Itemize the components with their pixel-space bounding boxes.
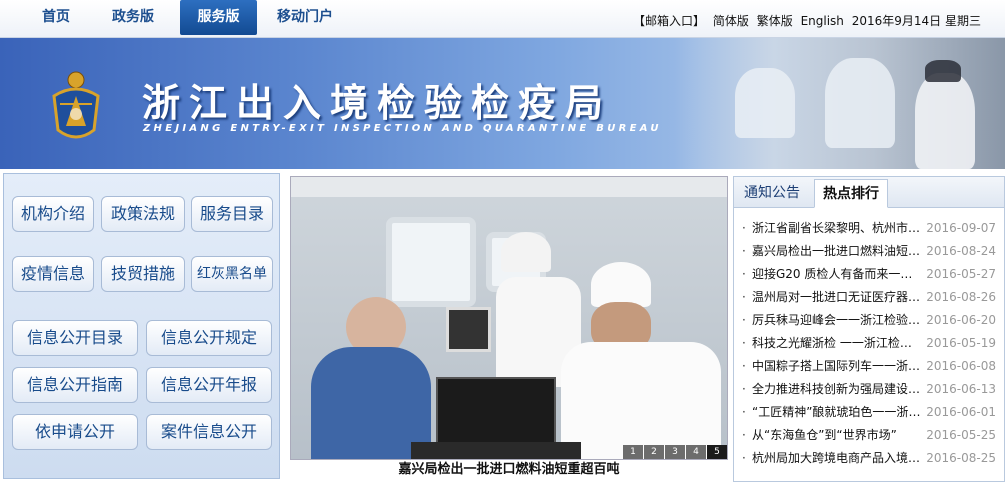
nav-home[interactable]: 首页 [28,0,84,36]
news-title[interactable]: 温州局对一批进口无证医疗器械实施退运 [752,286,922,309]
pager-button-1[interactable]: 1 [623,445,643,459]
menu-disclosure-rules[interactable]: 信息公开规定 [146,320,272,356]
list-item[interactable]: ·浙江省副省长梁黎明、杭州市委副书记……2016-09-07 [734,217,1004,240]
menu-service-catalog[interactable]: 服务目录 [191,196,273,232]
traditional-link[interactable]: 繁体版 [757,14,793,28]
top-links: 【邮箱入口】 简体版 繁体版 English 2016年9月14日 星期三 [629,12,981,29]
list-item[interactable]: ·迎接G20 质检人有备而来一一浙江检验检疫2016-05-27 [734,263,1004,286]
list-item[interactable]: · 从“东海鱼仓”到“世界市场” 2016-05-25 [734,424,1004,447]
service-menu-panel: 机构介绍 政策法规 服务目录 疫情信息 技贸措施 红灰黑名单 信息公开目录 信息… [3,173,280,479]
menu-case-info[interactable]: 案件信息公开 [146,414,272,450]
menu-trade-measures[interactable]: 技贸措施 [101,256,185,292]
menu-disclosure-annual-report[interactable]: 信息公开年报 [146,367,272,403]
nav-government[interactable]: 政务版 [100,0,166,36]
news-date: 2016-06-13 [926,382,996,396]
list-item[interactable]: · 科技之光耀浙检 一一浙江检验检疫 2016-05-19 [734,332,1004,355]
banner-photo [675,38,1005,169]
nav-service[interactable]: 服务版 [180,0,257,35]
header-banner: 浙江出入境检验检疫局 ZHEJIANG ENTRY-EXIT INSPECTIO… [0,38,1005,169]
news-title[interactable]: 从“东海鱼仓”到“世界市场” [752,424,922,447]
pager-button-2[interactable]: 2 [644,445,664,459]
list-item[interactable]: ·“工匠精神”酿就琥珀色一一浙江检验检疫2016-06-01 [734,401,1004,424]
banner-title: 浙江出入境检验检疫局 [142,81,613,125]
news-date: 2016-08-26 [926,290,996,304]
news-tabs: 通知公告 热点排行 [734,177,1004,208]
news-date: 2016-05-19 [926,336,996,350]
news-title[interactable]: 全力推进科技创新为强局建设提供支撑 [752,378,922,401]
news-title[interactable]: 迎接G20 质检人有备而来一一浙江检验检疫 [752,263,922,286]
menu-red-gray-black-list[interactable]: 红灰黑名单 [191,256,273,292]
slideshow-pager: 1 2 3 4 5 [622,445,727,459]
news-title[interactable]: 科技之光耀浙检 一一浙江检验检疫 [752,332,922,355]
list-item[interactable]: ·全力推进科技创新为强局建设提供支撑2016-06-13 [734,378,1004,401]
bureau-emblem-icon [52,71,100,139]
menu-disclosure-catalog[interactable]: 信息公开目录 [12,320,138,356]
list-item[interactable]: ·厉兵秣马迎峰会一一浙江检验检疫局2016-06-20 [734,309,1004,332]
news-title[interactable]: 杭州局加大跨境电商产品入境检验力度 [752,447,922,470]
pager-button-5[interactable]: 5 [707,445,727,459]
tab-hot-ranking[interactable]: 热点排行 [814,179,888,208]
news-panel: 通知公告 热点排行 ·浙江省副省长梁黎明、杭州市委副书记……2016-09-07… [733,176,1005,482]
menu-policy-regulations[interactable]: 政策法规 [101,196,185,232]
news-title[interactable]: 中国粽子搭上国际列车一一浙江检验检疫 [752,355,922,378]
news-title[interactable]: 嘉兴局检出一批进口燃料油短重超百吨 [752,240,922,263]
news-title[interactable]: 浙江省副省长梁黎明、杭州市委副书记…… [752,217,922,240]
top-nav-bar: 首页 政务版 服务版 移动门户 【邮箱入口】 简体版 繁体版 English 2… [0,0,1005,38]
news-title[interactable]: “工匠精神”酿就琥珀色一一浙江检验检疫 [752,401,922,424]
list-item[interactable]: ·嘉兴局检出一批进口燃料油短重超百吨2016-08-24 [734,240,1004,263]
news-date: 2016-06-20 [926,313,996,327]
menu-disclosure-guide[interactable]: 信息公开指南 [12,367,138,403]
news-date: 2016-05-27 [926,267,996,281]
news-slideshow-image[interactable]: 1 2 3 4 5 [290,176,728,460]
pager-button-4[interactable]: 4 [686,445,706,459]
news-date: 2016-08-25 [926,451,996,465]
tab-notices[interactable]: 通知公告 [736,179,808,208]
list-item[interactable]: ·中国粽子搭上国际列车一一浙江检验检疫2016-06-08 [734,355,1004,378]
news-title[interactable]: 厉兵秣马迎峰会一一浙江检验检疫局 [752,309,922,332]
banner-subtitle: ZHEJIANG ENTRY-EXIT INSPECTION AND QUARA… [143,123,662,134]
news-date: 2016-05-25 [926,428,996,442]
nav-mobile-portal[interactable]: 移动门户 [268,0,342,36]
news-list: ·浙江省副省长梁黎明、杭州市委副书记……2016-09-07 ·嘉兴局检出一批进… [734,217,1004,470]
menu-epidemic-info[interactable]: 疫情信息 [12,256,94,292]
news-date: 2016-08-24 [926,244,996,258]
menu-org-intro[interactable]: 机构介绍 [12,196,94,232]
menu-disclosure-on-request[interactable]: 依申请公开 [12,414,138,450]
english-link[interactable]: English [801,14,844,28]
current-date: 2016年9月14日 星期三 [851,14,981,28]
news-date: 2016-06-01 [926,405,996,419]
slideshow-caption[interactable]: 嘉兴局检出一批进口燃料油短重超百吨 [290,460,728,480]
list-item[interactable]: ·温州局对一批进口无证医疗器械实施退运2016-08-26 [734,286,1004,309]
news-date: 2016-06-08 [926,359,996,373]
list-item[interactable]: ·杭州局加大跨境电商产品入境检验力度2016-08-25 [734,447,1004,470]
news-date: 2016-09-07 [926,221,996,235]
simplified-link[interactable]: 简体版 [713,14,749,28]
pager-button-3[interactable]: 3 [665,445,685,459]
mailbox-link[interactable]: 【邮箱入口】 [633,14,705,28]
